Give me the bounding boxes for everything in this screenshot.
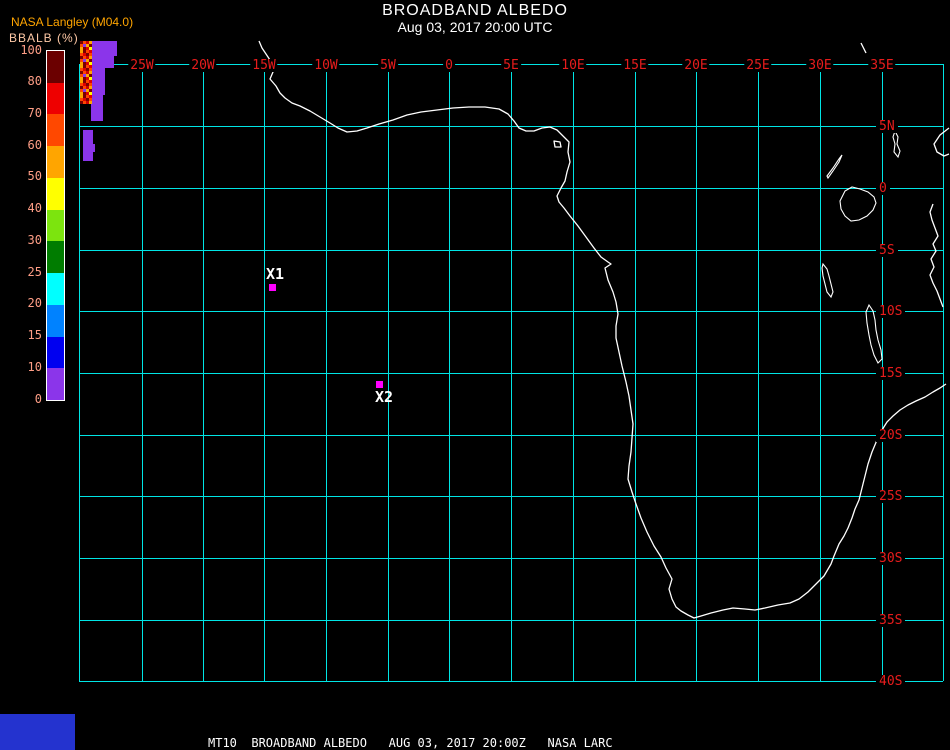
branding-label: NASA Langley (M04.0) <box>11 15 134 29</box>
colorbar-segment-5 <box>47 209 64 242</box>
page-title: BROADBAND ALBEDO <box>382 2 568 19</box>
lon-label: 5E <box>501 58 521 73</box>
lat-label: 30S <box>876 552 906 565</box>
status-bar-text: MT10 BROADBAND ALBEDO AUG 03, 2017 20:00… <box>208 736 613 750</box>
colorbar <box>46 50 65 401</box>
colorbar-segment-2 <box>47 114 64 147</box>
timestamp-subtitle: Aug 03, 2017 20:00 UTC <box>397 19 553 35</box>
grid-lines <box>79 64 944 682</box>
colorbar-tick-label: 70 <box>27 105 42 120</box>
colorbar-segment-0 <box>47 51 64 83</box>
colorbar-tick-label: 25 <box>27 264 42 279</box>
colorbar-tick-label: 0 <box>34 391 42 406</box>
lon-label: 20E <box>682 58 710 73</box>
lon-label: 0 <box>443 58 455 73</box>
colorbar-segment-8 <box>47 304 64 337</box>
lon-label: 35E <box>868 58 896 73</box>
lon-label: 25W <box>128 58 156 73</box>
colorbar-tick-label: 50 <box>27 169 42 184</box>
colorbar-segment-10 <box>47 368 64 401</box>
lon-label: 10W <box>312 58 340 73</box>
lon-label: 10E <box>559 58 587 73</box>
lon-label: 15W <box>250 58 278 73</box>
lat-label: 0 <box>876 182 890 195</box>
colorbar-tick-label: 10 <box>27 359 42 374</box>
lon-label: 5W <box>378 58 398 73</box>
lat-label: 10S <box>876 305 906 318</box>
lat-label: 40S <box>876 675 906 688</box>
colorbar-tick-label: 20 <box>27 296 42 311</box>
colorbar-tick-label: 15 <box>27 328 42 343</box>
lat-label: 35S <box>876 614 906 627</box>
lat-label: 15S <box>876 367 906 380</box>
colorbar-tick-label: 100 <box>20 42 42 57</box>
marker-label-X1[interactable]: X1 <box>266 267 284 282</box>
lon-label: 25E <box>744 58 772 73</box>
colorbar-segment-1 <box>47 82 64 115</box>
colorbar-tick-label: 40 <box>27 201 42 216</box>
lon-label: 30E <box>806 58 834 73</box>
colorbar-tick-label: 60 <box>27 137 42 152</box>
colorbar-tick-label: 80 <box>27 74 42 89</box>
marker-point-X2[interactable] <box>376 381 383 388</box>
colorbar-tick-label: 30 <box>27 232 42 247</box>
colorbar-segment-6 <box>47 241 64 274</box>
colorbar-segment-9 <box>47 336 64 369</box>
coastline <box>258 40 950 619</box>
lat-label: 5S <box>876 244 898 257</box>
lat-label: 5N <box>876 120 898 133</box>
lon-label: 20W <box>189 58 217 73</box>
albedo-map-viewer: BROADBAND ALBEDO Aug 03, 2017 20:00 UTC … <box>0 0 950 750</box>
colorbar-segment-4 <box>47 177 64 210</box>
marker-label-X2[interactable]: X2 <box>375 390 393 405</box>
colorbar-segment-3 <box>47 146 64 178</box>
status-accent-box <box>0 714 75 750</box>
lon-label: 15E <box>621 58 649 73</box>
lat-label: 20S <box>876 429 906 442</box>
colorbar-segment-7 <box>47 273 64 305</box>
lat-label: 25S <box>876 490 906 503</box>
map-canvas[interactable] <box>0 0 950 750</box>
albedo-data-patch <box>80 41 117 161</box>
marker-point-X1[interactable] <box>269 284 276 291</box>
